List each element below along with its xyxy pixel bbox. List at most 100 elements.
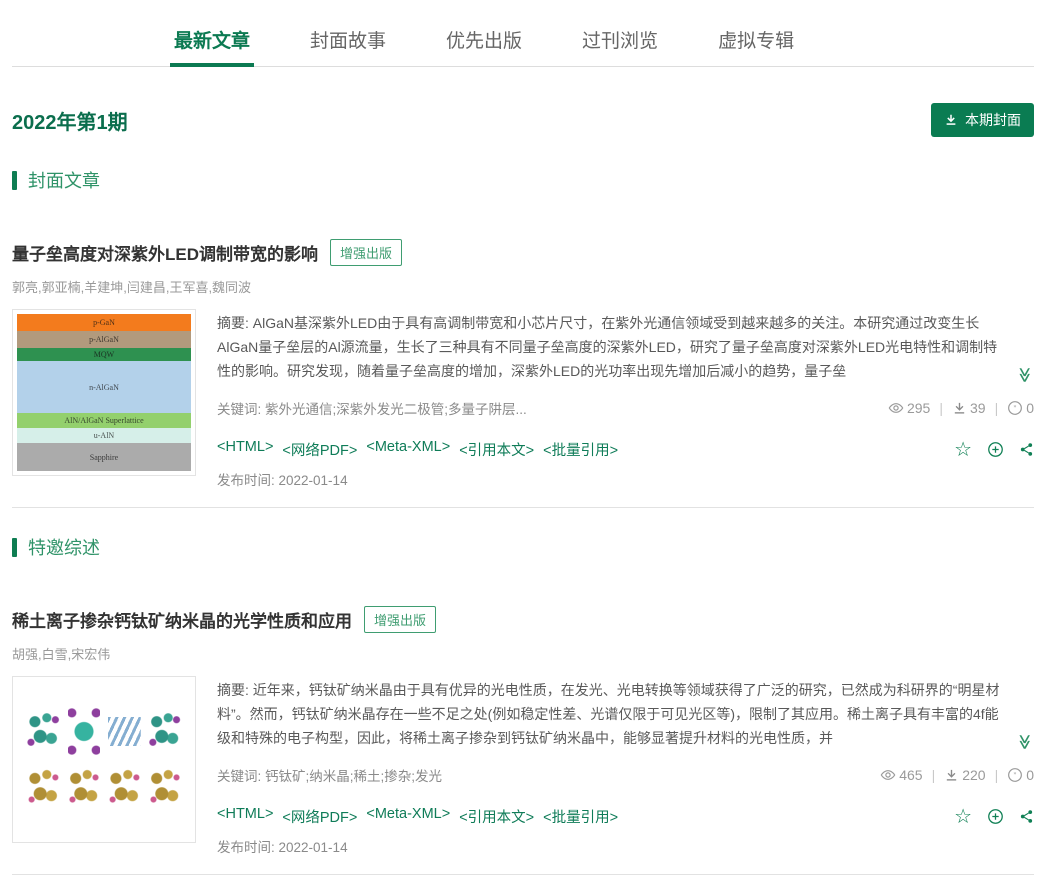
article-authors[interactable]: 郭亮,郭亚楠,羊建坤,闫建昌,王军喜,魏同波 — [12, 277, 1034, 296]
link-online-pdf[interactable]: <网络PDF> — [282, 439, 357, 460]
views-stat: 465 — [880, 767, 922, 783]
tab-advance-publication[interactable]: 优先出版 — [442, 26, 526, 66]
download-count-icon — [944, 768, 959, 783]
crystal-structures-figure — [17, 681, 191, 838]
issue-title: 2022年第1期 — [12, 106, 128, 135]
layer-n-algan: n-AlGaN — [17, 361, 191, 413]
keywords-text: 紫外光通信;深紫外发光二极管;多量子阱层... — [265, 402, 527, 417]
crystal-cluster — [108, 707, 141, 756]
share-icon[interactable] — [1019, 809, 1034, 824]
issue-header: 2022年第1期 本期封面 — [12, 103, 1034, 137]
tab-bar: 最新文章 封面故事 优先出版 过刊浏览 虚拟专辑 — [12, 0, 1034, 67]
link-batch-cite[interactable]: <批量引用> — [543, 806, 618, 827]
tab-cover-stories[interactable]: 封面故事 — [306, 26, 390, 66]
layer-u-aln: u-AlN — [17, 428, 191, 443]
issue-cover-button-label: 本期封面 — [965, 110, 1021, 130]
link-batch-cite[interactable]: <批量引用> — [543, 439, 618, 460]
article-keywords: 关键词: 钙钛矿;纳米晶;稀土;掺杂;发光 — [217, 765, 860, 785]
link-html[interactable]: <HTML> — [217, 439, 273, 460]
crystal-cluster — [149, 764, 182, 813]
layer-sapphire: Sapphire — [17, 443, 191, 471]
article-abstract: 摘要: 近年来，钙钛矿纳米晶由于具有优异的光电性质，在发光、光电转换等领域获得了… — [217, 678, 1034, 750]
citations-stat: ” 0 — [1007, 400, 1034, 416]
downloads-stat: 39 — [952, 400, 986, 416]
article-stats: 295 | 39 | ” 0 — [888, 400, 1034, 416]
crystal-cluster — [27, 707, 60, 756]
crystal-cluster — [27, 764, 60, 813]
crystal-cluster — [108, 764, 141, 813]
article-title[interactable]: 稀土离子掺杂钙钛矿纳米晶的光学性质和应用 — [12, 607, 352, 632]
publish-date: 发布时间: 2022-01-14 — [217, 836, 1034, 856]
downloads-stat: 220 — [944, 767, 985, 783]
publish-date-prefix: 发布时间: — [217, 840, 279, 855]
publish-date-prefix: 发布时间: — [217, 473, 279, 488]
abstract-text: AlGaN基深紫外LED由于具有高调制带宽和小芯片尺寸，在紫外光通信领域受到越来… — [217, 315, 997, 379]
add-collection-icon[interactable] — [987, 441, 1004, 458]
article-stats: 465 | 220 | ” 0 — [880, 767, 1034, 783]
section-bar — [12, 171, 17, 190]
article-thumbnail[interactable] — [12, 676, 196, 843]
link-meta-xml[interactable]: <Meta-XML> — [366, 806, 450, 827]
enhanced-publication-badge: 增强出版 — [364, 606, 436, 633]
keywords-text: 钙钛矿;纳米晶;稀土;掺杂;发光 — [265, 769, 442, 784]
article-abstract: 摘要: AlGaN基深紫外LED由于具有高调制带宽和小芯片尺寸，在紫外光通信领域… — [217, 311, 1034, 383]
eye-icon — [888, 400, 904, 416]
article-authors[interactable]: 胡强,白雪,宋宏伟 — [12, 644, 1034, 663]
abstract-text: 近年来，钙钛矿纳米晶由于具有优异的光电性质，在发光、光电转换等领域获得了广泛的研… — [217, 682, 999, 746]
layer-superlattice: AlN/AlGaN Superlattice — [17, 413, 191, 428]
link-cite-article[interactable]: <引用本文> — [459, 439, 534, 460]
article-thumbnail[interactable]: p-GaN p-AlGaN MQW n-AlGaN AlN/AlGaN Supe… — [12, 309, 196, 476]
link-html[interactable]: <HTML> — [217, 806, 273, 827]
divider — [12, 507, 1034, 508]
tab-virtual-special-issues[interactable]: 虚拟专辑 — [714, 26, 798, 66]
favorite-star-icon[interactable]: ☆ — [954, 808, 972, 826]
article-actions: ☆ — [954, 808, 1034, 826]
favorite-star-icon[interactable]: ☆ — [954, 441, 972, 459]
issue-cover-download-button[interactable]: 本期封面 — [931, 103, 1034, 137]
stat-separator: | — [995, 767, 999, 783]
publish-date: 发布时间: 2022-01-14 — [217, 469, 1034, 489]
svg-text:”: ” — [1014, 403, 1017, 413]
stat-separator: | — [932, 767, 936, 783]
article-links: <HTML> <网络PDF> <Meta-XML> <引用本文> <批量引用> — [217, 806, 618, 827]
divider — [12, 874, 1034, 875]
article-card: 量子垒高度对深紫外LED调制带宽的影响 增强出版 郭亮,郭亚楠,羊建坤,闫建昌,… — [12, 239, 1034, 489]
crystal-cluster — [68, 764, 101, 813]
article-card: 稀土离子掺杂钙钛矿纳米晶的光学性质和应用 增强出版 胡强,白雪,宋宏伟 摘要: … — [12, 606, 1034, 856]
quote-icon: ” — [1007, 767, 1023, 783]
publish-date-value: 2022-01-14 — [279, 473, 348, 488]
download-count-icon — [952, 401, 967, 416]
article-links: <HTML> <网络PDF> <Meta-XML> <引用本文> <批量引用> — [217, 439, 618, 460]
add-collection-icon[interactable] — [987, 808, 1004, 825]
link-online-pdf[interactable]: <网络PDF> — [282, 806, 357, 827]
led-layer-diagram: p-GaN p-AlGaN MQW n-AlGaN AlN/AlGaN Supe… — [17, 314, 191, 471]
download-icon — [944, 113, 958, 127]
quote-icon: ” — [1007, 400, 1023, 416]
keywords-prefix: 关键词: — [217, 769, 265, 784]
layer-p-algan: p-AlGaN — [17, 331, 191, 348]
article-actions: ☆ — [954, 441, 1034, 459]
crystal-cluster — [149, 707, 182, 756]
views-stat: 295 — [888, 400, 930, 416]
tab-latest-articles[interactable]: 最新文章 — [170, 26, 254, 66]
section-header-invited-review: 特邀综述 — [12, 534, 1034, 560]
keywords-prefix: 关键词: — [217, 402, 265, 417]
expand-abstract-icon[interactable]: ≫ — [1017, 734, 1031, 750]
layer-p-gan: p-GaN — [17, 314, 191, 331]
stat-separator: | — [939, 400, 943, 416]
tab-archive-browse[interactable]: 过刊浏览 — [578, 26, 662, 66]
eye-icon — [880, 767, 896, 783]
link-meta-xml[interactable]: <Meta-XML> — [366, 439, 450, 460]
article-title[interactable]: 量子垒高度对深紫外LED调制带宽的影响 — [12, 240, 318, 265]
section-bar — [12, 538, 17, 557]
article-keywords: 关键词: 紫外光通信;深紫外发光二极管;多量子阱层... — [217, 398, 868, 418]
stat-separator: | — [995, 400, 999, 416]
section-header-cover-articles: 封面文章 — [12, 167, 1034, 193]
expand-abstract-icon[interactable]: ≫ — [1017, 367, 1031, 383]
layer-mqw: MQW — [17, 348, 191, 361]
link-cite-article[interactable]: <引用本文> — [459, 806, 534, 827]
section-label: 封面文章 — [28, 167, 100, 193]
abstract-prefix: 摘要: — [217, 315, 253, 331]
svg-text:”: ” — [1014, 770, 1017, 780]
share-icon[interactable] — [1019, 442, 1034, 457]
